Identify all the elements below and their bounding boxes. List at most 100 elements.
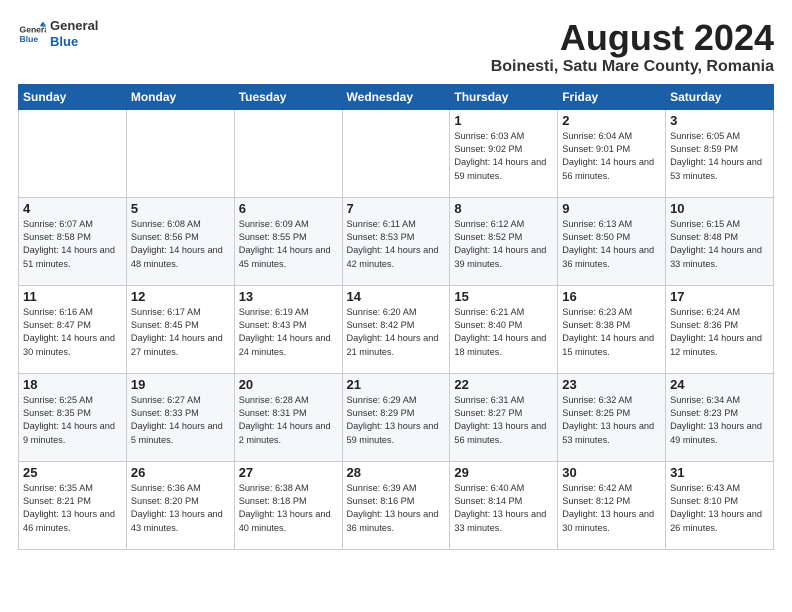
day-cell-1-0: 4Sunrise: 6:07 AM Sunset: 8:58 PM Daylig… bbox=[19, 197, 127, 285]
weekday-header-row: Sunday Monday Tuesday Wednesday Thursday… bbox=[19, 84, 774, 109]
day-info-25: Sunrise: 6:35 AM Sunset: 8:21 PM Dayligh… bbox=[23, 482, 122, 535]
day-number-15: 15 bbox=[454, 289, 553, 304]
day-number-3: 3 bbox=[670, 113, 769, 128]
day-number-10: 10 bbox=[670, 201, 769, 216]
day-number-12: 12 bbox=[131, 289, 230, 304]
day-number-31: 31 bbox=[670, 465, 769, 480]
week-row-1: 1 Sunrise: 6:03 AM Sunset: 9:02 PM Daylig… bbox=[19, 109, 774, 197]
day-info-21: Sunrise: 6:29 AM Sunset: 8:29 PM Dayligh… bbox=[347, 394, 446, 447]
day-info-2: Sunrise: 6:04 AM Sunset: 9:01 PM Dayligh… bbox=[562, 130, 661, 183]
calendar-table: Sunday Monday Tuesday Wednesday Thursday… bbox=[18, 84, 774, 550]
day-cell-1-2: 6Sunrise: 6:09 AM Sunset: 8:55 PM Daylig… bbox=[234, 197, 342, 285]
title-area: August 2024 Boinesti, Satu Mare County, … bbox=[491, 18, 774, 76]
day-number-28: 28 bbox=[347, 465, 446, 480]
day-cell-3-4: 22 Sunrise: 6:31 AM Sunset: 8:27 PM Dayli… bbox=[450, 373, 558, 461]
day-number-9: 9 bbox=[562, 201, 661, 216]
day-cell-4-1: 26 Sunrise: 6:36 AM Sunset: 8:20 PM Dayli… bbox=[126, 461, 234, 549]
day-cell-2-6: 17 Sunrise: 6:24 AM Sunset: 8:36 PM Dayli… bbox=[666, 285, 774, 373]
day-info-22: Sunrise: 6:31 AM Sunset: 8:27 PM Dayligh… bbox=[454, 394, 553, 447]
day-number-24: 24 bbox=[670, 377, 769, 392]
day-number-14: 14 bbox=[347, 289, 446, 304]
day-info-23: Sunrise: 6:32 AM Sunset: 8:25 PM Dayligh… bbox=[562, 394, 661, 447]
day-info-26: Sunrise: 6:36 AM Sunset: 8:20 PM Dayligh… bbox=[131, 482, 230, 535]
day-info-16: Sunrise: 6:23 AM Sunset: 8:38 PM Dayligh… bbox=[562, 306, 661, 359]
day-cell-1-6: 10 Sunrise: 6:15 AM Sunset: 8:48 PM Dayli… bbox=[666, 197, 774, 285]
day-info-7: Sunrise: 6:11 AM Sunset: 8:53 PM Dayligh… bbox=[347, 218, 446, 271]
day-number-30: 30 bbox=[562, 465, 661, 480]
day-info-11: Sunrise: 6:16 AM Sunset: 8:47 PM Dayligh… bbox=[23, 306, 122, 359]
day-number-5: 5 bbox=[131, 201, 230, 216]
day-cell-3-6: 24Sunrise: 6:34 AM Sunset: 8:23 PM Dayli… bbox=[666, 373, 774, 461]
logo-icon: General Blue bbox=[18, 20, 46, 48]
day-cell-1-4: 8 Sunrise: 6:12 AM Sunset: 8:52 PM Daylig… bbox=[450, 197, 558, 285]
header-wednesday: Wednesday bbox=[342, 84, 450, 109]
week-row-4: 18Sunrise: 6:25 AM Sunset: 8:35 PM Dayli… bbox=[19, 373, 774, 461]
day-info-6: Sunrise: 6:09 AM Sunset: 8:55 PM Dayligh… bbox=[239, 218, 338, 271]
day-cell-3-3: 21 Sunrise: 6:29 AM Sunset: 8:29 PM Dayli… bbox=[342, 373, 450, 461]
day-cell-0-6: 3Sunrise: 6:05 AM Sunset: 8:59 PM Daylig… bbox=[666, 109, 774, 197]
day-cell-2-4: 15 Sunrise: 6:21 AM Sunset: 8:40 PM Dayli… bbox=[450, 285, 558, 373]
day-info-18: Sunrise: 6:25 AM Sunset: 8:35 PM Dayligh… bbox=[23, 394, 122, 447]
day-cell-1-1: 5 Sunrise: 6:08 AM Sunset: 8:56 PM Daylig… bbox=[126, 197, 234, 285]
day-cell-2-1: 12 Sunrise: 6:17 AM Sunset: 8:45 PM Dayli… bbox=[126, 285, 234, 373]
day-cell-0-4: 1 Sunrise: 6:03 AM Sunset: 9:02 PM Daylig… bbox=[450, 109, 558, 197]
day-number-8: 8 bbox=[454, 201, 553, 216]
day-info-28: Sunrise: 6:39 AM Sunset: 8:16 PM Dayligh… bbox=[347, 482, 446, 535]
header-tuesday: Tuesday bbox=[234, 84, 342, 109]
day-info-31: Sunrise: 6:43 AM Sunset: 8:10 PM Dayligh… bbox=[670, 482, 769, 535]
day-cell-4-3: 28 Sunrise: 6:39 AM Sunset: 8:16 PM Dayli… bbox=[342, 461, 450, 549]
logo-blue: Blue bbox=[50, 34, 98, 50]
day-info-8: Sunrise: 6:12 AM Sunset: 8:52 PM Dayligh… bbox=[454, 218, 553, 271]
day-info-5: Sunrise: 6:08 AM Sunset: 8:56 PM Dayligh… bbox=[131, 218, 230, 271]
day-number-17: 17 bbox=[670, 289, 769, 304]
day-info-20: Sunrise: 6:28 AM Sunset: 8:31 PM Dayligh… bbox=[239, 394, 338, 447]
day-info-13: Sunrise: 6:19 AM Sunset: 8:43 PM Dayligh… bbox=[239, 306, 338, 359]
day-number-23: 23 bbox=[562, 377, 661, 392]
day-info-27: Sunrise: 6:38 AM Sunset: 8:18 PM Dayligh… bbox=[239, 482, 338, 535]
header-friday: Friday bbox=[558, 84, 666, 109]
header: General Blue General Blue August 2024 Bo… bbox=[18, 18, 774, 76]
day-number-22: 22 bbox=[454, 377, 553, 392]
day-cell-1-3: 7 Sunrise: 6:11 AM Sunset: 8:53 PM Daylig… bbox=[342, 197, 450, 285]
day-info-1: Sunrise: 6:03 AM Sunset: 9:02 PM Dayligh… bbox=[454, 130, 553, 183]
week-row-5: 25 Sunrise: 6:35 AM Sunset: 8:21 PM Dayli… bbox=[19, 461, 774, 549]
day-info-10: Sunrise: 6:15 AM Sunset: 8:48 PM Dayligh… bbox=[670, 218, 769, 271]
day-number-25: 25 bbox=[23, 465, 122, 480]
day-cell-4-6: 31 Sunrise: 6:43 AM Sunset: 8:10 PM Dayli… bbox=[666, 461, 774, 549]
day-number-13: 13 bbox=[239, 289, 338, 304]
day-cell-3-5: 23 Sunrise: 6:32 AM Sunset: 8:25 PM Dayli… bbox=[558, 373, 666, 461]
day-number-7: 7 bbox=[347, 201, 446, 216]
day-info-15: Sunrise: 6:21 AM Sunset: 8:40 PM Dayligh… bbox=[454, 306, 553, 359]
day-number-27: 27 bbox=[239, 465, 338, 480]
day-info-12: Sunrise: 6:17 AM Sunset: 8:45 PM Dayligh… bbox=[131, 306, 230, 359]
day-cell-3-1: 19 Sunrise: 6:27 AM Sunset: 8:33 PM Dayli… bbox=[126, 373, 234, 461]
day-number-26: 26 bbox=[131, 465, 230, 480]
day-cell-1-5: 9Sunrise: 6:13 AM Sunset: 8:50 PM Daylig… bbox=[558, 197, 666, 285]
day-cell-3-2: 20Sunrise: 6:28 AM Sunset: 8:31 PM Dayli… bbox=[234, 373, 342, 461]
day-cell-0-2 bbox=[234, 109, 342, 197]
day-cell-4-5: 30 Sunrise: 6:42 AM Sunset: 8:12 PM Dayli… bbox=[558, 461, 666, 549]
day-info-30: Sunrise: 6:42 AM Sunset: 8:12 PM Dayligh… bbox=[562, 482, 661, 535]
day-info-4: Sunrise: 6:07 AM Sunset: 8:58 PM Dayligh… bbox=[23, 218, 122, 271]
day-number-2: 2 bbox=[562, 113, 661, 128]
day-number-11: 11 bbox=[23, 289, 122, 304]
day-cell-4-4: 29 Sunrise: 6:40 AM Sunset: 8:14 PM Dayli… bbox=[450, 461, 558, 549]
calendar-page: General Blue General Blue August 2024 Bo… bbox=[0, 0, 792, 560]
week-row-3: 11 Sunrise: 6:16 AM Sunset: 8:47 PM Dayli… bbox=[19, 285, 774, 373]
day-number-29: 29 bbox=[454, 465, 553, 480]
week-row-2: 4Sunrise: 6:07 AM Sunset: 8:58 PM Daylig… bbox=[19, 197, 774, 285]
day-info-29: Sunrise: 6:40 AM Sunset: 8:14 PM Dayligh… bbox=[454, 482, 553, 535]
day-info-19: Sunrise: 6:27 AM Sunset: 8:33 PM Dayligh… bbox=[131, 394, 230, 447]
svg-text:Blue: Blue bbox=[20, 33, 39, 43]
day-cell-0-5: 2 Sunrise: 6:04 AM Sunset: 9:01 PM Daylig… bbox=[558, 109, 666, 197]
header-sunday: Sunday bbox=[19, 84, 127, 109]
day-cell-4-0: 25 Sunrise: 6:35 AM Sunset: 8:21 PM Dayli… bbox=[19, 461, 127, 549]
day-cell-2-0: 11 Sunrise: 6:16 AM Sunset: 8:47 PM Dayli… bbox=[19, 285, 127, 373]
day-cell-2-3: 14Sunrise: 6:20 AM Sunset: 8:42 PM Dayli… bbox=[342, 285, 450, 373]
day-number-19: 19 bbox=[131, 377, 230, 392]
day-cell-0-3 bbox=[342, 109, 450, 197]
day-number-1: 1 bbox=[454, 113, 553, 128]
day-info-17: Sunrise: 6:24 AM Sunset: 8:36 PM Dayligh… bbox=[670, 306, 769, 359]
day-number-21: 21 bbox=[347, 377, 446, 392]
day-cell-4-2: 27 Sunrise: 6:38 AM Sunset: 8:18 PM Dayli… bbox=[234, 461, 342, 549]
